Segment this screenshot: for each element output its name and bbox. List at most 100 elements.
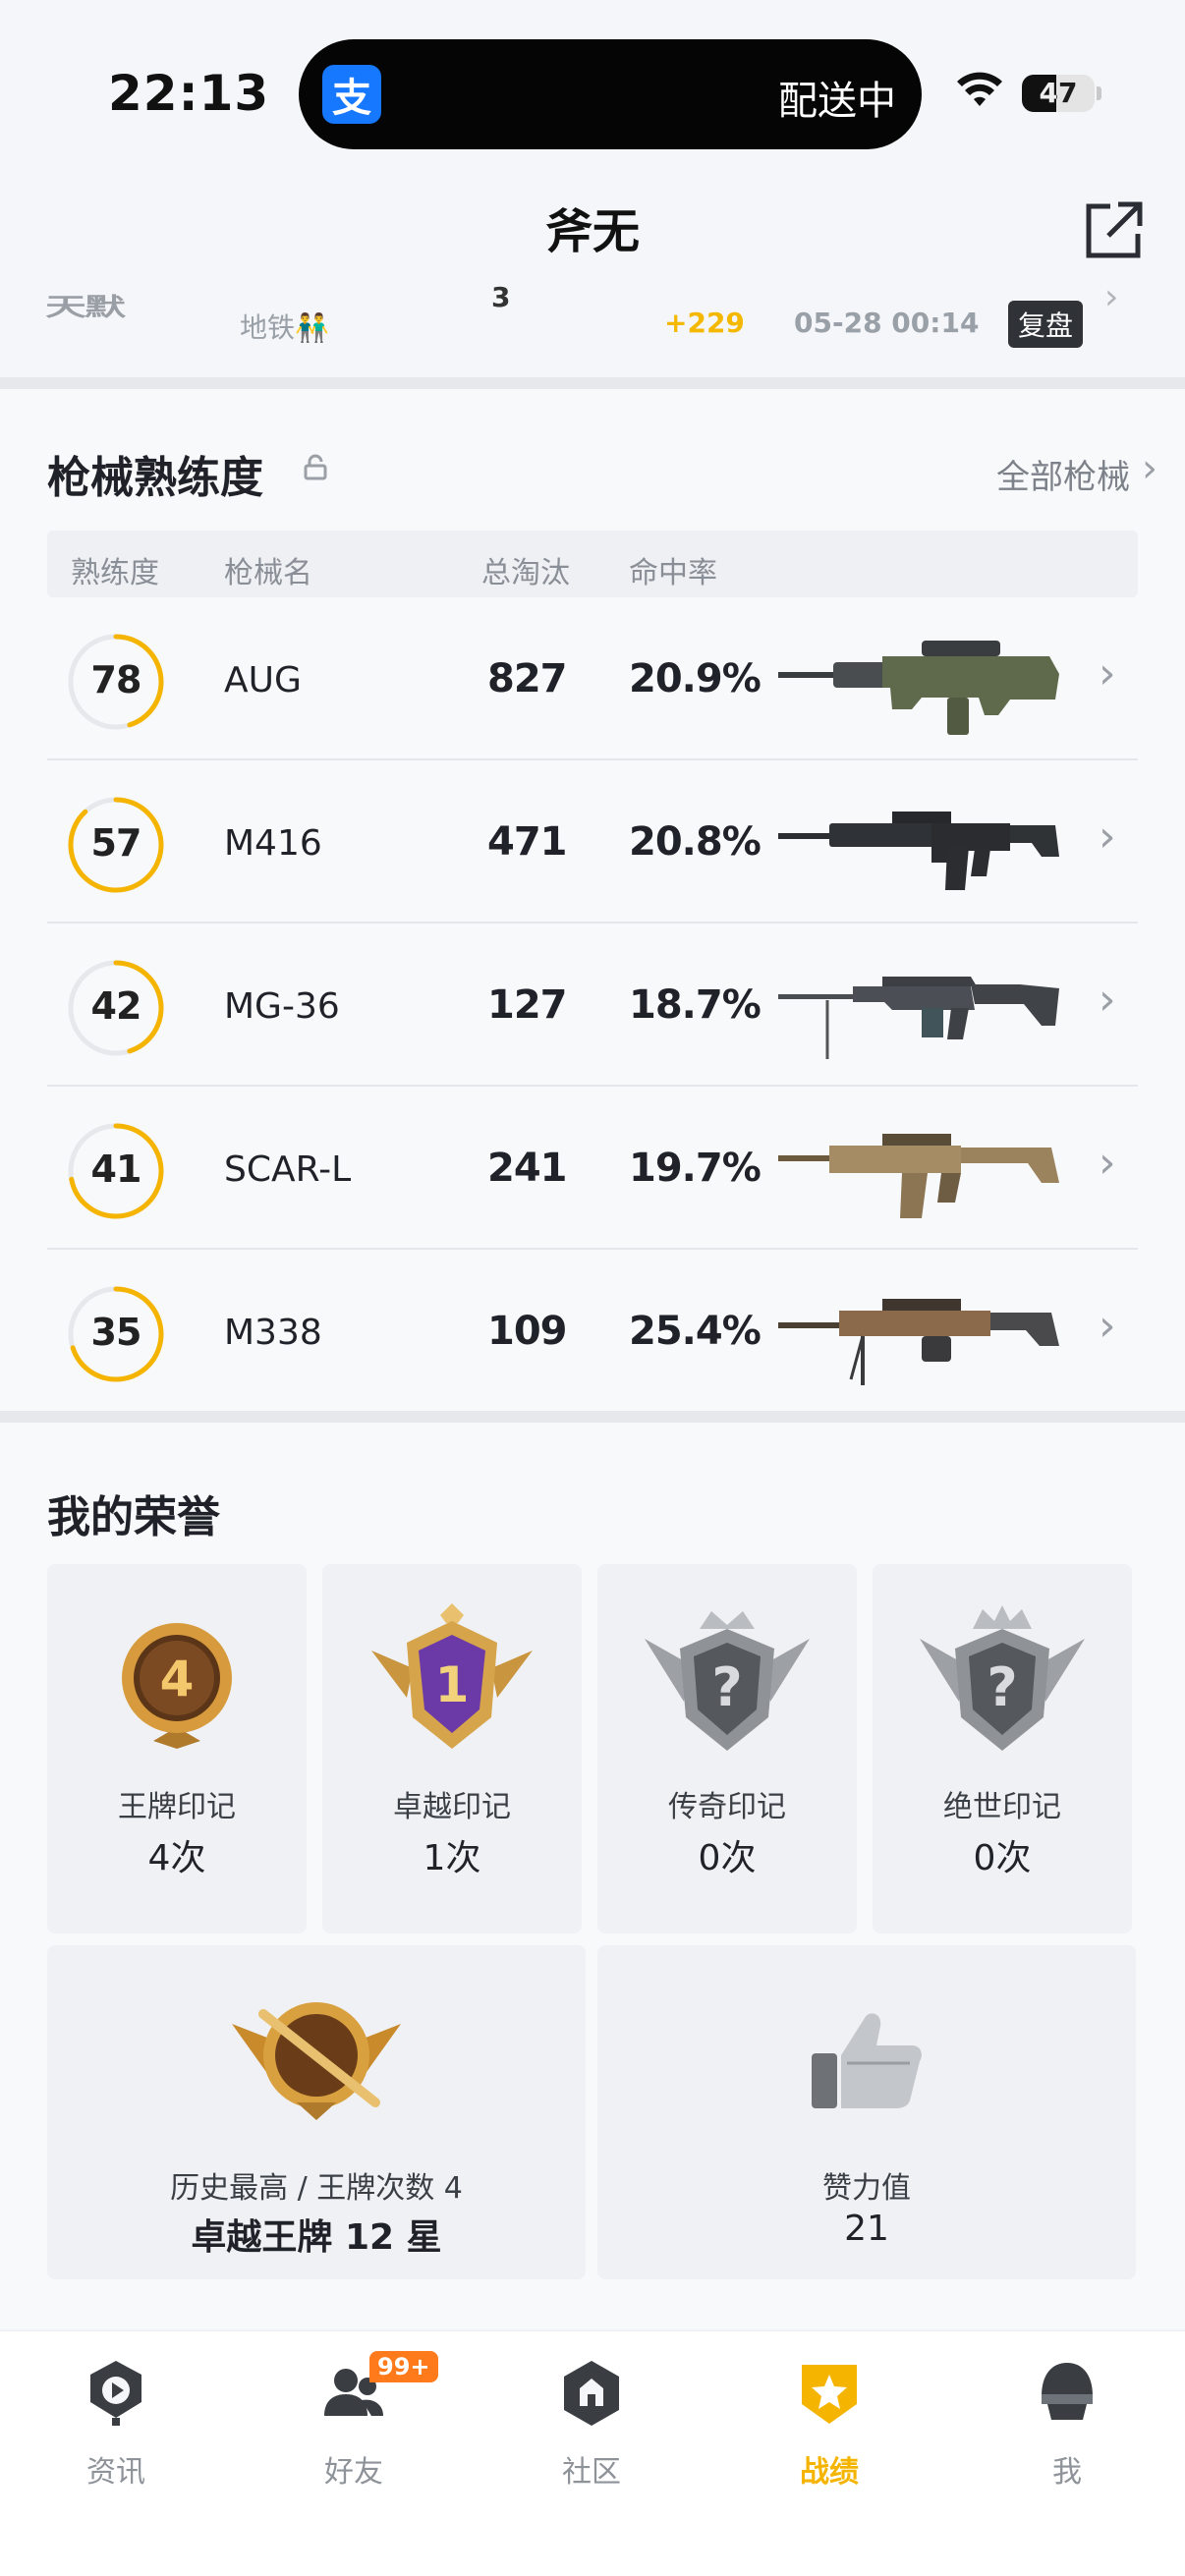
honor-count: 0次 <box>973 1838 1032 1878</box>
honors-section: 我的荣誉 4 王牌印记 4次 1 卓越印记 1次 ? 传奇印记 0次 ? 绝世印… <box>0 1423 1185 2328</box>
thumbs-up-icon <box>812 2013 922 2108</box>
weapon-kills: 241 <box>487 1146 567 1191</box>
ace-badge-icon: 4 <box>122 1623 232 1749</box>
honor-name: 绝世印记 <box>943 1790 1061 1824</box>
scar-l-image <box>778 1134 1059 1218</box>
match-rank: 3 <box>491 281 511 313</box>
friends-badge: 99+ <box>369 2351 438 2382</box>
weapon-accuracy: 18.7% <box>629 982 762 1028</box>
tab-community[interactable]: 社区 <box>513 2357 670 2504</box>
weapon-row[interactable]: 57 M416 471 20.8% › <box>47 762 1138 924</box>
likes-value: 21 <box>844 2209 889 2249</box>
battery-cap <box>1097 86 1101 100</box>
highest-tier-value: 卓越王牌 12 星 <box>191 2217 442 2258</box>
table-header: 熟练度 枪械名 总淘汰 命中率 <box>47 531 1138 597</box>
weapon-row[interactable]: 42 MG-36 127 18.7% › <box>47 925 1138 1087</box>
share-icon[interactable] <box>1081 198 1146 263</box>
legend-badge-mark: ? <box>711 1656 742 1718</box>
all-weapons-link[interactable]: 全部枪械 <box>996 450 1130 498</box>
chevron-right-icon[interactable]: › <box>1142 446 1157 491</box>
honor-count: 0次 <box>698 1838 757 1878</box>
tab-friends[interactable]: 99+ 好友 <box>275 2351 438 2504</box>
profile-icon <box>1042 2363 1093 2420</box>
section-title: 枪械熟练度 <box>47 453 263 503</box>
tab-label: 资讯 <box>86 2455 145 2490</box>
likes-card[interactable]: 赞力值 21 <box>597 1945 1136 2279</box>
honor-card-peerless[interactable]: ? 绝世印记 0次 <box>873 1564 1132 1933</box>
chevron-right-icon: › <box>1099 648 1116 699</box>
replay-button[interactable]: 复盘 <box>1008 301 1084 348</box>
match-mode: 地铁👬 <box>240 311 329 344</box>
match-score: +229 <box>664 307 745 339</box>
header-weapon-name: 枪械名 <box>224 556 312 590</box>
weapon-accuracy: 19.7% <box>629 1146 762 1191</box>
tab-profile[interactable]: 我 <box>988 2357 1146 2504</box>
dynamic-island[interactable]: 支 配送中 <box>299 39 922 149</box>
delivery-status: 配送中 <box>778 79 896 124</box>
honor-card-ace[interactable]: 4 王牌印记 4次 <box>47 1564 307 1933</box>
proficiency-level: 41 <box>90 1148 142 1191</box>
chevron-right-icon: › <box>1099 975 1116 1025</box>
proficiency-level: 42 <box>90 984 142 1028</box>
page-title: 斧无 <box>544 204 640 259</box>
wifi-icon <box>957 72 1002 106</box>
weapon-kills: 471 <box>487 819 567 865</box>
mg36-image <box>778 977 1059 1059</box>
honor-count: 1次 <box>423 1838 481 1878</box>
match-record-row[interactable]: 天默 地铁👬 3 +229 05-28 00:14 复盘 › <box>0 277 1185 375</box>
tab-news[interactable]: 资讯 <box>37 2357 195 2504</box>
honor-count: 4次 <box>147 1838 206 1878</box>
proficiency-level: 35 <box>90 1311 142 1354</box>
highest-tier-label: 历史最高 / 王牌次数 4 <box>170 2171 463 2206</box>
honor-name: 传奇印记 <box>668 1790 786 1824</box>
status-time: 22:13 <box>108 65 270 122</box>
ace-badge-number: 4 <box>160 1651 195 1708</box>
mode-logo: 天默 <box>45 292 126 321</box>
battery-percent: 47 <box>1039 77 1078 109</box>
weapon-accuracy: 20.8% <box>629 819 762 865</box>
section-divider <box>0 1411 1185 1423</box>
weapon-row[interactable]: 78 AUG 827 20.9% › <box>47 599 1138 760</box>
header-kills: 总淘汰 <box>481 556 570 590</box>
weapon-name: AUG <box>224 660 302 700</box>
chevron-right-icon: › <box>1099 1301 1116 1351</box>
section-divider <box>0 377 1185 389</box>
highest-tier-card[interactable]: 历史最高 / 王牌次数 4 卓越王牌 12 星 <box>47 1945 586 2279</box>
weapon-name: MG-36 <box>224 986 340 1027</box>
honor-name: 卓越印记 <box>393 1790 511 1824</box>
aug-image <box>778 641 1059 735</box>
m416-image <box>778 812 1059 890</box>
weapon-proficiency-section: 枪械熟练度 全部枪械 › 熟练度 枪械名 总淘汰 命中率 78 AUG 827 … <box>0 389 1185 1411</box>
peerless-badge-mark: ? <box>987 1656 1017 1718</box>
tab-record[interactable]: 战绩 <box>751 2357 908 2504</box>
tab-label: 战绩 <box>800 2455 859 2490</box>
m338-image <box>778 1299 1059 1385</box>
weapon-row[interactable]: 41 SCAR-L 241 19.7% › <box>47 1089 1138 1250</box>
excellence-badge-number: 1 <box>435 1656 470 1713</box>
honor-card-excellence[interactable]: 1 卓越印记 1次 <box>322 1564 582 1933</box>
legend-badge-icon: ? <box>645 1611 810 1751</box>
excellence-badge-icon: 1 <box>371 1603 533 1749</box>
chevron-right-icon: › <box>1104 277 1119 317</box>
tab-bar: 资讯 99+ 好友 社区 战绩 我 <box>0 2330 1185 2576</box>
peerless-badge-icon: ? <box>920 1605 1085 1751</box>
lock-icon[interactable] <box>301 452 330 481</box>
tab-label: 我 <box>1052 2455 1082 2490</box>
weapon-name: SCAR-L <box>224 1149 352 1190</box>
community-icon <box>564 2361 619 2426</box>
tab-label: 社区 <box>562 2455 621 2490</box>
likes-label: 赞力值 <box>822 2171 911 2206</box>
weapon-name: M416 <box>224 823 322 864</box>
weapon-kills: 127 <box>487 982 567 1028</box>
honor-card-legend[interactable]: ? 传奇印记 0次 <box>597 1564 857 1933</box>
weapon-name: M338 <box>224 1313 322 1353</box>
alipay-icon: 支 <box>322 65 381 124</box>
tab-label: 好友 <box>324 2455 383 2490</box>
proficiency-level: 78 <box>90 658 142 701</box>
weapon-row[interactable]: 35 M338 109 25.4% › <box>47 1252 1138 1413</box>
honor-name: 王牌印记 <box>118 1790 236 1824</box>
battery-icon: 47 <box>1022 75 1095 112</box>
status-bar: 22:13 支 配送中 47 <box>0 0 1185 177</box>
chevron-right-icon: › <box>1099 1138 1116 1188</box>
weapon-kills: 109 <box>487 1309 567 1354</box>
